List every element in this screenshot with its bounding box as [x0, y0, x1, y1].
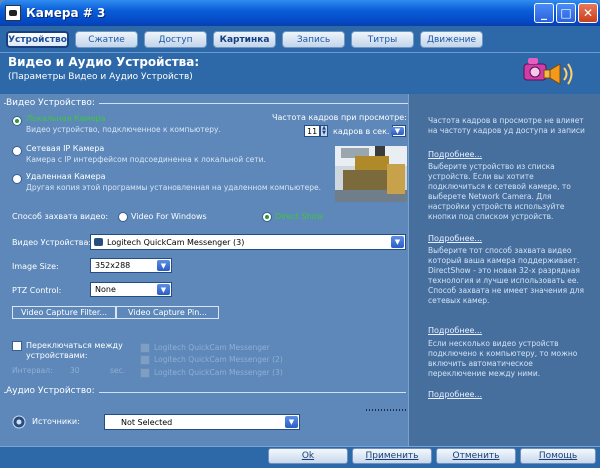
option-desc-remote-camera: Другая копия этой программы установленна…	[26, 183, 322, 192]
interval-value[interactable]: 30	[70, 366, 80, 375]
tab-recording[interactable]: Запись	[282, 31, 345, 48]
cancel-button-label: Отменить	[452, 451, 500, 461]
switch-devices-label: Переключаться между устройствами:	[26, 341, 123, 360]
close-button[interactable]: ✕	[578, 3, 598, 23]
switch-devices-checkbox[interactable]	[12, 341, 22, 351]
ptz-value: None	[95, 285, 116, 294]
help-button[interactable]: Помощь	[520, 448, 596, 464]
interval-unit: sec.	[110, 366, 126, 375]
chevron-down-icon: ▼	[391, 127, 404, 135]
switch-device-label-2: Logitech QuickCam Messenger (2)	[154, 355, 283, 364]
chevron-down-icon: ▼	[391, 236, 404, 248]
help-more-link-3[interactable]: Подробнее...	[428, 326, 482, 335]
option-title-local-camera[interactable]: Локальная Камера	[26, 114, 105, 123]
interval-label: Интервал:	[12, 366, 53, 375]
capture-method-label: Способ захвата видео:	[12, 212, 109, 221]
tab-device[interactable]: Устройство	[6, 31, 69, 48]
fps-unit-dropdown[interactable]: ▼	[391, 125, 406, 137]
video-capture-pin-button[interactable]: Video Capture Pin...	[116, 306, 219, 319]
audio-video-devices-icon	[523, 58, 573, 85]
ptz-select[interactable]: None ▼	[90, 282, 172, 297]
help-text-switch: Если несколько видео устройств подключен…	[428, 339, 578, 378]
page-subtitle: (Параметры Видео и Аудио Устройств)	[8, 72, 193, 82]
image-size-value: 352x288	[95, 261, 131, 270]
tab-captions[interactable]: Титры	[351, 31, 414, 48]
webcam-icon	[94, 238, 103, 246]
video-section-label: Видео Устройство:	[6, 98, 99, 108]
apply-button-label: Применить	[365, 451, 419, 461]
audio-source-select[interactable]: Not Selected ▼	[104, 414, 300, 430]
close-icon: ✕	[582, 6, 594, 20]
chevron-down-icon: ▼	[157, 260, 170, 271]
audio-level-meter	[366, 409, 406, 411]
help-text-capture: Выберите тот способ захвата видео которы…	[428, 246, 584, 305]
tab-compression[interactable]: Сжатие	[75, 31, 138, 48]
video-device-select[interactable]: Logitech QuickCam Messenger (3) ▼	[90, 234, 406, 250]
switch-device-label-3: Logitech QuickCam Messenger (3)	[154, 368, 283, 377]
cancel-button[interactable]: Отменить	[436, 448, 516, 464]
chevron-down-icon: ▼	[285, 416, 298, 428]
chevron-down-icon: ▼	[157, 284, 170, 295]
option-title-remote-camera[interactable]: Удаленная Камера	[26, 172, 106, 181]
help-more-link-4[interactable]: Подробнее...	[428, 390, 482, 399]
option-desc-local-camera: Видео устройство, подключенное к компьют…	[26, 125, 221, 134]
tab-picture[interactable]: Картинка	[213, 31, 276, 48]
ptz-label: PTZ Control:	[12, 286, 62, 295]
image-size-select[interactable]: 352x288 ▼	[90, 258, 172, 273]
radio-direct-show[interactable]	[262, 212, 272, 222]
capture-directshow-label[interactable]: Direct Show	[275, 212, 323, 221]
help-button-label: Помощь	[538, 451, 578, 461]
radio-remote-camera[interactable]	[12, 174, 22, 184]
help-text-fps: Частота кадров в просмотре не влияет на …	[428, 116, 585, 135]
radio-vfw[interactable]	[118, 212, 128, 222]
help-more-link-2[interactable]: Подробнее...	[428, 234, 482, 243]
ok-button[interactable]: Ok	[268, 448, 348, 464]
tab-access[interactable]: Доступ	[144, 31, 207, 48]
speaker-icon	[12, 415, 26, 429]
switch-device-checkbox-3[interactable]	[140, 368, 150, 378]
radio-network-camera[interactable]	[12, 146, 22, 156]
apply-button[interactable]: Применить	[352, 448, 432, 464]
video-device-value: Logitech QuickCam Messenger (3)	[107, 237, 245, 247]
fps-input[interactable]: 11	[304, 125, 320, 137]
minimize-icon: _	[541, 6, 547, 20]
switch-device-checkbox-2[interactable]	[140, 355, 150, 365]
option-title-network-camera[interactable]: Сетевая IP Камера	[26, 144, 104, 153]
capture-vfw-label[interactable]: Video For Windows	[131, 212, 207, 221]
video-capture-filter-button[interactable]: Video Capture Filter...	[12, 306, 116, 319]
option-desc-network-camera: Камера с IP интерфейсом подсоединенна к …	[26, 155, 266, 164]
page-title: Видео и Аудио Устройства:	[8, 55, 200, 69]
tab-motion[interactable]: Движение	[420, 31, 483, 48]
camera-preview-image	[335, 146, 407, 202]
camera-app-icon	[5, 5, 21, 21]
audio-section-label: Аудио Устройство:	[6, 386, 99, 396]
help-text-device: Выберите устройство из списка устройств.…	[428, 162, 571, 221]
audio-source-label: Источники:	[32, 417, 80, 426]
audio-source-value: Not Selected	[121, 417, 173, 427]
help-more-link-1[interactable]: Подробнее...	[428, 150, 482, 159]
maximize-button[interactable]: □	[556, 3, 576, 23]
video-device-label: Видео Устройства:	[12, 238, 92, 247]
minimize-button[interactable]: _	[534, 3, 554, 23]
maximize-icon: □	[560, 6, 572, 20]
ok-button-label: Ok	[301, 451, 315, 461]
fps-spinner[interactable]: ▲ ▼	[320, 125, 328, 137]
fps-label: Частота кадров при просмотре:	[272, 113, 407, 122]
radio-local-camera[interactable]	[12, 116, 22, 126]
switch-device-label-1: Logitech QuickCam Messenger	[154, 343, 270, 352]
switch-device-checkbox-1[interactable]	[140, 343, 150, 353]
fps-unit-label: кадров в сек.	[333, 127, 390, 136]
window-title: Камера # 3	[26, 6, 106, 20]
image-size-label: Image Size:	[12, 262, 59, 271]
